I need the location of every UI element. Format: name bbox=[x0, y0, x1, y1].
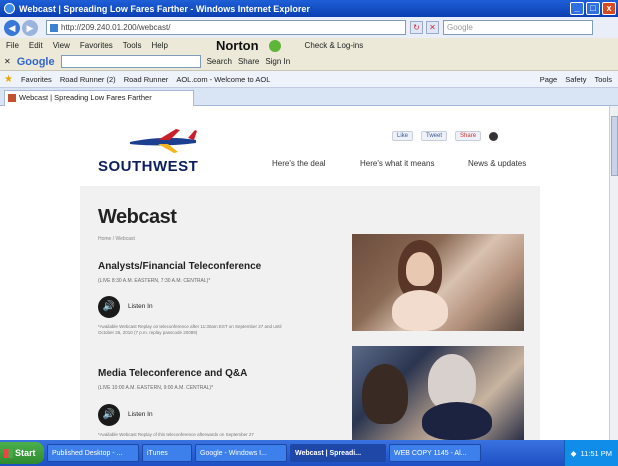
page-content: SOUTHWEST Like Tweet Share Here's the de… bbox=[0, 106, 609, 440]
item-1-time: (LIVE 8:30 A.M. EASTERN, 7:30 A.M. CENTR… bbox=[98, 278, 211, 284]
photo-person-1 bbox=[362, 364, 408, 424]
tab-webcast[interactable]: Webcast | Spreading Low Fares Farther bbox=[4, 90, 194, 106]
google-share-button[interactable]: Share bbox=[238, 57, 259, 66]
address-url: http://209.240.01.200/webcast/ bbox=[61, 23, 171, 32]
share-button[interactable]: Share bbox=[455, 131, 482, 141]
speaker-icon[interactable]: 🔊 bbox=[98, 296, 120, 318]
page-icon bbox=[50, 23, 58, 32]
window-title-bar: Webcast | Spreading Low Fares Farther - … bbox=[0, 0, 618, 17]
nav-heres-the-deal[interactable]: Here's the deal bbox=[272, 159, 326, 168]
southwest-plane-logo-icon bbox=[130, 129, 197, 153]
photo-uniform bbox=[422, 402, 492, 440]
close-button[interactable]: x bbox=[602, 2, 616, 15]
menu-edit[interactable]: Edit bbox=[29, 41, 43, 50]
address-tools: ↻ ✕ bbox=[410, 21, 439, 34]
tray-icon[interactable]: ◆ bbox=[571, 449, 577, 458]
item-2-time: (LIVE 10:00 A.M. EASTERN, 9:00 A.M. CENT… bbox=[98, 385, 214, 391]
social-icon[interactable] bbox=[489, 131, 499, 141]
item-2-note: *Available Webcast Replay of this teleco… bbox=[98, 432, 254, 437]
safety-menu[interactable]: Safety bbox=[565, 75, 586, 84]
photo-person-body bbox=[392, 290, 448, 331]
forward-button[interactable]: ▶ bbox=[22, 19, 38, 36]
norton-toolbar-logo[interactable]: Norton bbox=[216, 38, 259, 53]
item-2-title: Media Teleconference and Q&A bbox=[98, 368, 248, 379]
close-toolbar-icon[interactable]: ✕ bbox=[4, 57, 11, 66]
task-web-copy[interactable]: WEB COPY 1145 - Al... bbox=[389, 444, 481, 462]
start-button[interactable]: Start bbox=[0, 442, 44, 464]
menu-bar: File Edit View Favorites Tools Help Nort… bbox=[0, 38, 618, 53]
task-webcast[interactable]: Webcast | Spreadi... bbox=[290, 444, 386, 462]
menu-tools[interactable]: Tools bbox=[123, 41, 142, 50]
breadcrumb[interactable]: Home / Webcast bbox=[98, 236, 135, 242]
menu-help[interactable]: Help bbox=[151, 41, 167, 50]
ie-logo-icon bbox=[4, 3, 15, 14]
nav-news-updates[interactable]: News & updates bbox=[468, 159, 526, 168]
facebook-like-button[interactable]: Like bbox=[392, 131, 414, 141]
item-1-title: Analysts/Financial Teleconference bbox=[98, 261, 262, 272]
item-2-listen-link[interactable]: Listen In bbox=[128, 411, 153, 418]
task-published-desktop[interactable]: Published Desktop - ... bbox=[47, 444, 139, 462]
google-search-input[interactable] bbox=[60, 55, 201, 68]
check-login-button[interactable]: Check & Log-ins bbox=[305, 41, 364, 50]
window-controls: _ □ x bbox=[570, 2, 616, 15]
refresh-icon[interactable]: ↻ bbox=[410, 21, 423, 34]
start-label: Start bbox=[15, 448, 36, 458]
window-title: Webcast | Spreading Low Fares Farther - … bbox=[19, 3, 310, 14]
favorites-bar: ★ Favorites Road Runner (2) Road Runner … bbox=[0, 71, 618, 88]
task-itunes[interactable]: iTunes bbox=[142, 444, 192, 462]
southwest-wordmark[interactable]: SOUTHWEST bbox=[98, 158, 198, 175]
favorites-button[interactable]: Favorites bbox=[21, 75, 52, 84]
menu-view[interactable]: View bbox=[53, 41, 70, 50]
tab-strip: Webcast | Spreading Low Fares Farther bbox=[0, 88, 618, 106]
social-share-bar: Like Tweet Share bbox=[392, 131, 499, 141]
scrollbar-thumb[interactable] bbox=[611, 116, 618, 176]
back-button[interactable]: ◀ bbox=[4, 19, 20, 36]
crew-photo bbox=[352, 346, 524, 440]
photo-person-face bbox=[406, 252, 434, 286]
system-tray: ◆ 11:51 PM bbox=[563, 440, 618, 466]
favorites-star-icon[interactable]: ★ bbox=[4, 74, 13, 85]
page-menu[interactable]: Page bbox=[540, 75, 558, 84]
search-input[interactable]: Google bbox=[443, 20, 593, 35]
google-toolbar: ✕ Google Search Share Sign In bbox=[0, 53, 618, 71]
address-bar[interactable]: http://209.240.01.200/webcast/ bbox=[46, 20, 406, 35]
item-1-note: *Available Webcast Replay on teleconfere… bbox=[98, 324, 282, 335]
google-logo: Google bbox=[16, 55, 55, 68]
minimize-button[interactable]: _ bbox=[570, 2, 584, 15]
clock: 11:51 PM bbox=[580, 448, 612, 458]
google-search-button[interactable]: Search bbox=[207, 57, 232, 66]
fav-link-road-runner[interactable]: Road Runner bbox=[124, 75, 169, 84]
vertical-scrollbar[interactable] bbox=[609, 106, 618, 440]
menu-file[interactable]: File bbox=[6, 41, 19, 50]
speaker-icon[interactable]: 🔊 bbox=[98, 404, 120, 426]
task-google[interactable]: Google - Windows I... bbox=[195, 444, 287, 462]
tweet-button[interactable]: Tweet bbox=[421, 131, 448, 141]
page-title: Webcast bbox=[98, 206, 177, 228]
google-signin-button[interactable]: Sign In bbox=[265, 57, 290, 66]
maximize-button[interactable]: □ bbox=[586, 2, 600, 15]
tools-menu[interactable]: Tools bbox=[594, 75, 612, 84]
norton-status-icon[interactable] bbox=[268, 39, 281, 52]
taskbar: Start Published Desktop - ... iTunes Goo… bbox=[0, 440, 618, 466]
item-1-listen-link[interactable]: Listen In bbox=[128, 303, 153, 310]
fav-link-aol[interactable]: AOL.com - Welcome to AOL bbox=[176, 75, 270, 84]
stop-icon[interactable]: ✕ bbox=[426, 21, 439, 34]
nav-heres-what-it-means[interactable]: Here's what it means bbox=[360, 159, 434, 168]
address-toolbar: ◀ ▶ http://209.240.01.200/webcast/ ↻ ✕ G… bbox=[0, 17, 618, 38]
windows-flag-icon bbox=[4, 448, 13, 458]
menu-favorites[interactable]: Favorites bbox=[80, 41, 113, 50]
fav-link-road-runner-2[interactable]: Road Runner (2) bbox=[60, 75, 116, 84]
employee-photo bbox=[352, 234, 524, 331]
